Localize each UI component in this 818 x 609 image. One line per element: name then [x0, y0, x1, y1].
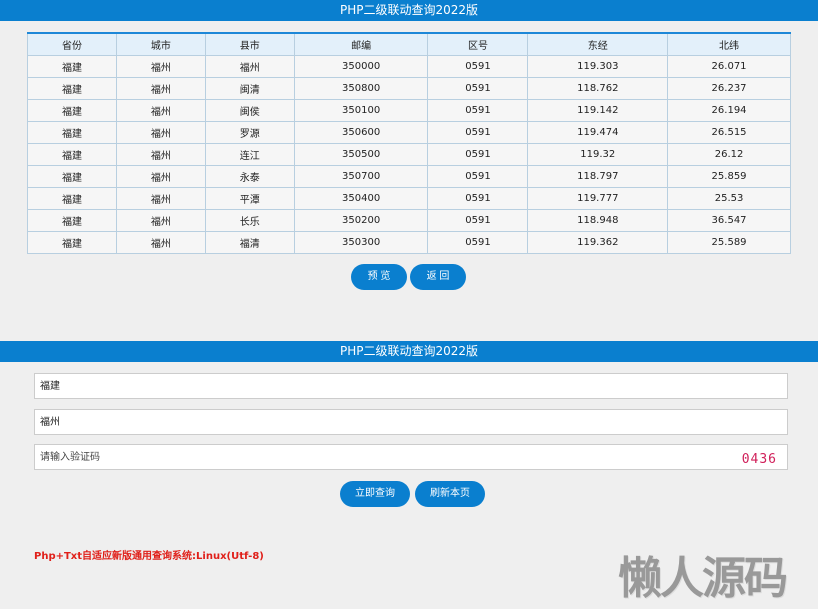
table-cell: 350300 — [293, 231, 429, 254]
table-cell: 350400 — [293, 187, 429, 210]
table-cell: 0591 — [427, 209, 529, 232]
table-cell: 0591 — [427, 143, 529, 166]
table-row: 福建 福州 闽侯 350100 0591 119.142 26.194 — [27, 99, 791, 122]
table-cell: 350200 — [293, 209, 429, 232]
table-cell: 平潭 — [204, 187, 295, 210]
table-cell: 119.32 — [527, 143, 669, 166]
table-cell: 0591 — [427, 77, 529, 100]
table-cell: 闽清 — [204, 77, 295, 100]
watermark: 懒人源码 — [618, 553, 788, 604]
captcha-input[interactable]: 请输入验证码 0436 — [34, 444, 788, 470]
table-cell: 罗源 — [204, 121, 295, 144]
table-cell: 福建 — [27, 165, 117, 188]
table-row: 福建 福州 罗源 350600 0591 119.474 26.515 — [27, 121, 791, 144]
column-header: 区号 — [427, 32, 529, 56]
table-row: 福建 福州 闽清 350800 0591 118.762 26.237 — [27, 77, 791, 100]
table-row: 福建 福州 福州 350000 0591 119.303 26.071 — [27, 55, 791, 78]
table-cell: 0591 — [427, 165, 529, 188]
captcha-image[interactable]: 0436 — [742, 447, 777, 473]
preview-button[interactable]: 预 览 — [351, 264, 407, 290]
table-cell: 福州 — [115, 99, 206, 122]
footer-text: Php+Txt自适应新版通用查询系统:Linux(Utf-8) — [34, 551, 264, 562]
table-cell: 119.303 — [527, 55, 669, 78]
table-cell: 福州 — [115, 165, 206, 188]
table-cell: 福建 — [27, 99, 117, 122]
table-cell: 福建 — [27, 121, 117, 144]
table-cell: 350800 — [293, 77, 429, 100]
table-cell: 118.762 — [527, 77, 669, 100]
table-cell: 119.142 — [527, 99, 669, 122]
table-cell: 25.859 — [667, 165, 791, 188]
table-cell: 119.362 — [527, 231, 669, 254]
table-cell: 26.194 — [667, 99, 791, 122]
table-cell: 福州 — [115, 231, 206, 254]
table-cell: 福州 — [115, 187, 206, 210]
table-cell: 350000 — [293, 55, 429, 78]
table-cell: 福州 — [115, 209, 206, 232]
table-cell: 0591 — [427, 99, 529, 122]
top-title-bar: PHP二级联动查询2022版 — [0, 0, 818, 21]
table-cell: 25.589 — [667, 231, 791, 254]
table-cell: 福建 — [27, 231, 117, 254]
table-cell: 0591 — [427, 55, 529, 78]
table-cell: 福州 — [204, 55, 295, 78]
table-cell: 闽侯 — [204, 99, 295, 122]
table-row: 福建 福州 平潭 350400 0591 119.777 25.53 — [27, 187, 791, 210]
column-header: 东经 — [527, 32, 669, 56]
table-row: 福建 福州 福清 350300 0591 119.362 25.589 — [27, 231, 791, 254]
table-cell: 福州 — [115, 77, 206, 100]
table-cell: 福清 — [204, 231, 295, 254]
city-select[interactable]: 福州 — [34, 409, 788, 435]
column-header: 邮编 — [293, 32, 429, 56]
table-cell: 0591 — [427, 231, 529, 254]
table-cell: 福州 — [115, 143, 206, 166]
captcha-placeholder: 请输入验证码 — [40, 452, 100, 463]
table-cell: 118.797 — [527, 165, 669, 188]
table-cell: 福建 — [27, 143, 117, 166]
table-cell: 永泰 — [204, 165, 295, 188]
table-cell: 119.474 — [527, 121, 669, 144]
table-cell: 350500 — [293, 143, 429, 166]
back-button[interactable]: 返 回 — [410, 264, 466, 290]
table-cell: 118.948 — [527, 209, 669, 232]
refresh-button[interactable]: 刷新本页 — [415, 481, 485, 507]
table-row: 福建 福州 连江 350500 0591 119.32 26.12 — [27, 143, 791, 166]
column-header: 县市 — [204, 32, 295, 56]
table-cell: 福建 — [27, 77, 117, 100]
results-table: 省份 城市 县市 邮编 区号 东经 北纬 福建 福州 福州 350000 0591 119.303 26… — [27, 32, 791, 254]
table-row: 福建 福州 永泰 350700 0591 118.797 25.859 — [27, 165, 791, 188]
query-button[interactable]: 立即查询 — [340, 481, 410, 507]
table-cell: 0591 — [427, 187, 529, 210]
table-cell: 350100 — [293, 99, 429, 122]
table-cell: 福建 — [27, 187, 117, 210]
province-select[interactable]: 福建 — [34, 373, 788, 399]
table-cell: 福建 — [27, 209, 117, 232]
table-cell: 36.547 — [667, 209, 791, 232]
table-cell: 连江 — [204, 143, 295, 166]
table-row: 福建 福州 长乐 350200 0591 118.948 36.547 — [27, 209, 791, 232]
table-cell: 26.515 — [667, 121, 791, 144]
column-header: 省份 — [27, 32, 117, 56]
table-cell: 福州 — [115, 121, 206, 144]
table-cell: 26.12 — [667, 143, 791, 166]
table-cell: 0591 — [427, 121, 529, 144]
table-cell: 福建 — [27, 55, 117, 78]
column-header: 北纬 — [667, 32, 791, 56]
table-cell: 119.777 — [527, 187, 669, 210]
table-cell: 26.071 — [667, 55, 791, 78]
table-cell: 福州 — [115, 55, 206, 78]
table-cell: 长乐 — [204, 209, 295, 232]
table-cell: 350600 — [293, 121, 429, 144]
table-cell: 25.53 — [667, 187, 791, 210]
table-cell: 350700 — [293, 165, 429, 188]
form-title-bar: PHP二级联动查询2022版 — [0, 341, 818, 362]
column-header: 城市 — [115, 32, 206, 56]
table-cell: 26.237 — [667, 77, 791, 100]
